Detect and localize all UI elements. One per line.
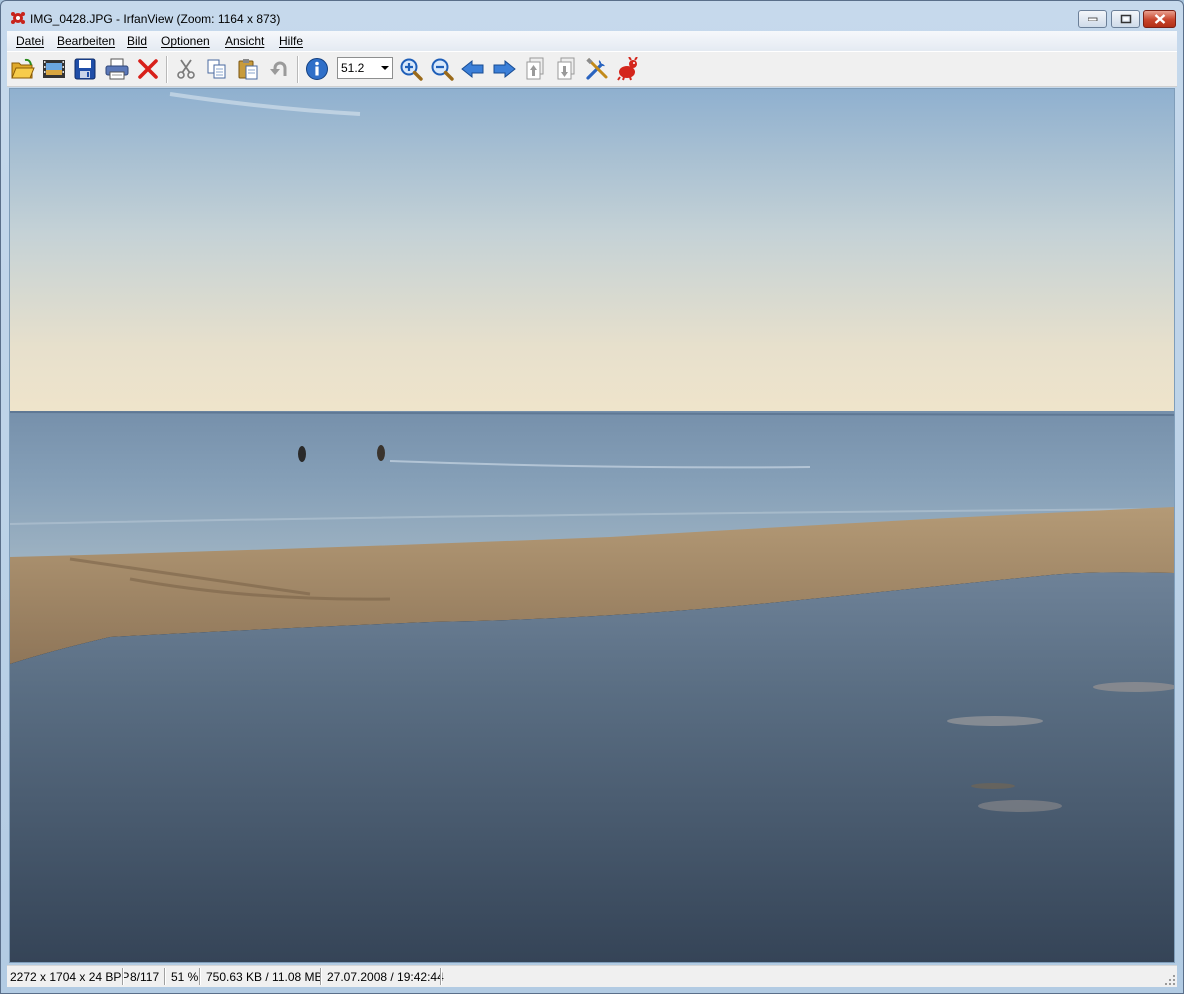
first-page-icon bbox=[526, 57, 544, 80]
status-divider bbox=[164, 968, 166, 985]
print-button[interactable] bbox=[104, 56, 130, 82]
last-page-button[interactable] bbox=[553, 56, 579, 82]
cut-button[interactable] bbox=[173, 56, 199, 82]
status-file-size: 750.63 KB / 11.08 MB bbox=[206, 970, 323, 984]
info-icon bbox=[306, 58, 328, 80]
photo-beach-scene bbox=[10, 89, 1174, 962]
menu-ansicht[interactable]: Ansicht bbox=[225, 34, 264, 48]
settings-button[interactable] bbox=[584, 56, 610, 82]
previous-button[interactable] bbox=[460, 56, 486, 82]
info-button[interactable] bbox=[304, 56, 330, 82]
zoom-value: 51.2 bbox=[341, 61, 365, 75]
menu-bild[interactable]: Bild bbox=[127, 34, 147, 48]
previous-icon bbox=[461, 59, 484, 79]
close-button[interactable] bbox=[1143, 10, 1176, 28]
toolbar-separator bbox=[297, 56, 299, 83]
toolbar-separator bbox=[166, 56, 168, 83]
status-dimensions: 2272 x 1704 x 24 BPP bbox=[10, 970, 130, 984]
status-divider bbox=[122, 968, 124, 985]
menu-bearbeiten[interactable]: Bearbeiten bbox=[57, 34, 115, 48]
resize-grip-icon[interactable] bbox=[1165, 975, 1175, 985]
undo-icon bbox=[270, 61, 287, 76]
delete-icon bbox=[138, 59, 158, 79]
copy-button[interactable] bbox=[204, 56, 230, 82]
paste-icon bbox=[238, 59, 258, 80]
save-icon bbox=[74, 58, 96, 80]
cut-icon bbox=[177, 59, 195, 79]
chevron-down-icon[interactable] bbox=[381, 66, 389, 70]
irfanview-logo-icon bbox=[11, 12, 25, 24]
zoom-out-button[interactable] bbox=[429, 56, 455, 82]
print-icon bbox=[105, 58, 129, 80]
next-icon bbox=[493, 59, 516, 79]
zoom-in-button[interactable] bbox=[398, 56, 424, 82]
toolbar: 51.2 bbox=[7, 51, 1177, 87]
slideshow-icon bbox=[43, 60, 65, 78]
open-folder-icon bbox=[11, 58, 35, 79]
close-icon bbox=[1154, 14, 1165, 24]
last-page-icon bbox=[557, 57, 575, 80]
open-button[interactable] bbox=[10, 56, 36, 82]
restore-button[interactable] bbox=[1111, 10, 1140, 28]
minimize-icon bbox=[1087, 17, 1097, 21]
copy-icon bbox=[207, 59, 226, 79]
status-divider bbox=[440, 968, 442, 985]
zoom-out-icon bbox=[431, 58, 454, 81]
menu-hilfe[interactable]: Hilfe bbox=[279, 34, 303, 48]
restore-icon bbox=[1120, 14, 1131, 24]
zoom-in-icon bbox=[400, 58, 423, 81]
settings-icon bbox=[586, 57, 608, 80]
irfanview-window: IMG_0428.JPG - IrfanView (Zoom: 1164 x 8… bbox=[0, 0, 1184, 994]
save-button[interactable] bbox=[72, 56, 98, 82]
undo-button[interactable] bbox=[266, 56, 292, 82]
menu-datei[interactable]: Datei bbox=[16, 34, 44, 48]
next-button[interactable] bbox=[491, 56, 517, 82]
status-divider bbox=[320, 968, 322, 985]
status-bar: 2272 x 1704 x 24 BPP 8/117 51 % 750.63 K… bbox=[7, 965, 1177, 987]
status-divider bbox=[199, 968, 201, 985]
irfanview-logo-icon bbox=[617, 57, 638, 81]
menu-bar: Datei Bearbeiten Bild Optionen Ansicht H… bbox=[7, 31, 1177, 51]
zoom-combobox[interactable]: 51.2 bbox=[337, 57, 393, 79]
minimize-button[interactable] bbox=[1078, 10, 1107, 28]
delete-button[interactable] bbox=[135, 56, 161, 82]
window-title: IMG_0428.JPG - IrfanView (Zoom: 1164 x 8… bbox=[30, 12, 281, 26]
paste-button[interactable] bbox=[235, 56, 261, 82]
status-zoom: 51 % bbox=[171, 970, 199, 984]
menu-optionen[interactable]: Optionen bbox=[161, 34, 210, 48]
image-viewport[interactable] bbox=[9, 88, 1175, 963]
status-timestamp: 27.07.2008 / 19:42:44 bbox=[327, 970, 444, 984]
status-file-index: 8/117 bbox=[130, 970, 160, 984]
irfanview-about-button[interactable] bbox=[615, 56, 641, 82]
first-page-button[interactable] bbox=[522, 56, 548, 82]
title-bar[interactable]: IMG_0428.JPG - IrfanView (Zoom: 1164 x 8… bbox=[1, 1, 1183, 31]
slideshow-button[interactable] bbox=[41, 56, 67, 82]
